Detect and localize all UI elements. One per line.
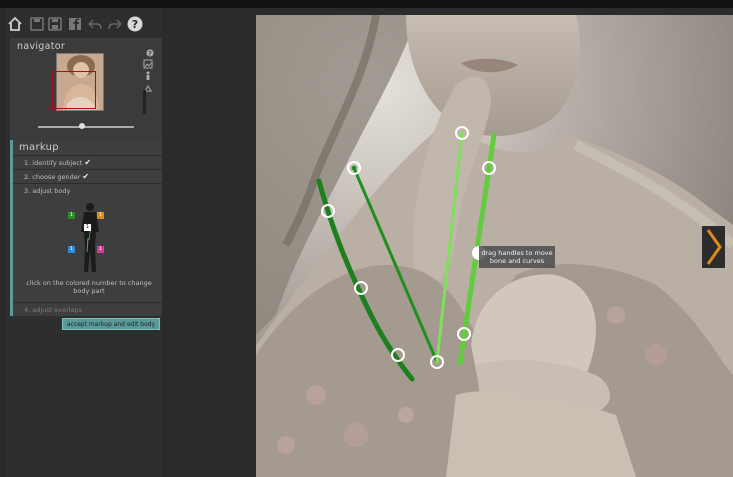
body-part-number[interactable]: 1 xyxy=(97,246,104,253)
app-window: ? navigator ? markup 1. identify subject… xyxy=(0,0,733,477)
save-as-icon[interactable] xyxy=(46,14,64,34)
drag-handles-tooltip: drag handles to move bone and curves xyxy=(479,246,555,268)
zoom-slider-knob[interactable] xyxy=(79,123,85,129)
step-label: 1. identify subject xyxy=(24,159,83,167)
save-icon[interactable] xyxy=(28,14,46,34)
markup-panel: markup 1. identify subject ✔ 2. choose ge… xyxy=(10,140,162,316)
step-label: 4. adjust overlaps xyxy=(24,306,83,314)
body-part-number[interactable]: 1 xyxy=(68,212,75,219)
facebook-icon[interactable] xyxy=(66,14,84,34)
step-adjust-overlaps[interactable]: 4. adjust overlaps xyxy=(13,302,162,316)
help-icon[interactable]: ? xyxy=(126,14,144,34)
checkmark-icon: ✔ xyxy=(82,172,90,181)
step-adjust-body[interactable]: 3. adjust body xyxy=(13,183,162,197)
step-identify-subject[interactable]: 1. identify subject ✔ xyxy=(13,155,162,169)
body-part-number[interactable]: 1 xyxy=(84,224,91,231)
step-choose-gender[interactable]: 2. choose gender ✔ xyxy=(13,169,162,183)
body-part-number[interactable]: 1 xyxy=(68,246,75,253)
navigator-viewport-frame[interactable] xyxy=(52,71,96,109)
next-arrow-icon xyxy=(706,229,722,265)
accept-markup-button[interactable]: accept markup and edit body xyxy=(62,318,160,330)
redo-icon[interactable] xyxy=(106,14,124,34)
home-icon[interactable] xyxy=(6,14,24,34)
step-label: 3. adjust body xyxy=(24,187,71,195)
svg-text:?: ? xyxy=(132,18,138,31)
checkmark-icon: ✔ xyxy=(84,158,92,167)
step-label: 2. choose gender xyxy=(24,173,81,181)
body-part-number[interactable]: 1 xyxy=(97,212,104,219)
navigator-title: navigator xyxy=(17,41,66,52)
body-part-hint: click on the colored number to change bo… xyxy=(26,279,152,295)
next-arrow-button[interactable] xyxy=(702,226,725,268)
markup-title: markup xyxy=(19,142,59,153)
toolbar: ? xyxy=(6,14,162,36)
zoom-vertical-slider[interactable] xyxy=(143,90,146,114)
undo-icon[interactable] xyxy=(86,14,104,34)
top-strip xyxy=(0,0,733,8)
zoom-slider-track[interactable] xyxy=(38,126,134,128)
